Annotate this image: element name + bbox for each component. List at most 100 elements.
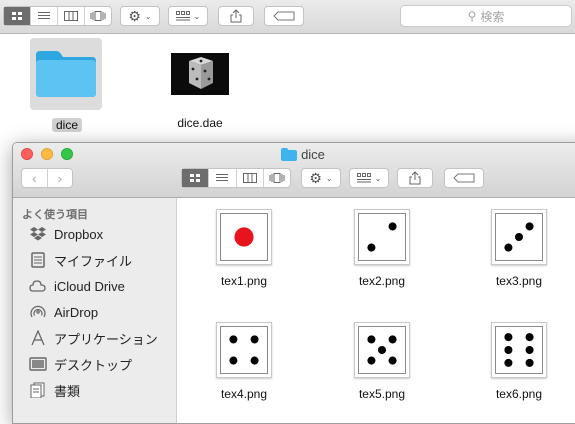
die-pip	[504, 345, 513, 355]
coverflow-view-icon	[269, 173, 285, 183]
sidebar: よく使う項目 Dropbox マイファイル iCloud Drive AirDr…	[13, 198, 177, 423]
gear-icon: ⚙	[309, 169, 322, 186]
file-name: tex5.png	[358, 387, 406, 401]
die-pip	[367, 356, 376, 365]
die-pip	[388, 335, 397, 344]
column-view-button[interactable]	[58, 7, 85, 25]
die-pip	[514, 232, 524, 242]
airdrop-icon	[30, 305, 46, 318]
sidebar-item-label: アプリケーション	[54, 331, 158, 347]
die-face-thumbnail	[495, 326, 543, 374]
die-face-thumbnail	[358, 213, 406, 261]
tag-button[interactable]	[264, 6, 304, 26]
file-item[interactable]: tex5.png	[337, 322, 427, 401]
icon-view-button[interactable]	[4, 7, 31, 25]
finder-window-dice: dice ‹ › ⚙ ⌄ ⌄ よく使う項目 Dropbox マイファイル iCl…	[12, 142, 575, 424]
die-pip	[377, 345, 387, 355]
file-item[interactable]: tex6.png	[474, 322, 564, 401]
folder-selection-highlight	[30, 38, 102, 110]
icon-view-button[interactable]	[182, 169, 210, 187]
column-view-icon	[64, 11, 78, 21]
window-title-text: dice	[301, 147, 325, 162]
chevron-down-icon: ⌄	[193, 11, 201, 21]
coverflow-view-button[interactable]	[85, 7, 111, 25]
die-pip	[229, 356, 238, 365]
gear-icon: ⚙	[128, 7, 141, 24]
search-icon: ⚲	[467, 9, 477, 23]
desktop-icon	[29, 357, 47, 371]
icon-view-icon	[190, 174, 201, 182]
sidebar-item-all-my-files[interactable]: マイファイル	[29, 249, 132, 271]
sidebar-item-dropbox[interactable]: Dropbox	[29, 223, 103, 245]
forward-button[interactable]: ›	[48, 169, 73, 187]
arrange-button[interactable]: ⌄	[349, 168, 389, 188]
file-item[interactable]: tex3.png	[474, 209, 564, 288]
sidebar-item-label: iCloud Drive	[54, 278, 125, 294]
folder-icon	[281, 148, 298, 161]
chevron-left-icon: ‹	[32, 170, 37, 186]
search-field[interactable]: ⚲ 検索	[400, 5, 572, 27]
die-pip	[250, 335, 259, 344]
share-icon	[230, 9, 242, 23]
sidebar-item-airdrop[interactable]: AirDrop	[29, 301, 98, 323]
dropbox-icon	[30, 227, 46, 241]
file-grid: tex1.png tex2.png tex3.png tex4.png tex5…	[177, 198, 575, 423]
die-pip	[525, 222, 534, 231]
applications-icon	[31, 330, 45, 346]
file-item[interactable]: tex4.png	[199, 322, 289, 401]
tag-icon	[273, 11, 295, 21]
back-button[interactable]: ‹	[22, 169, 48, 187]
list-view-button[interactable]	[209, 169, 237, 187]
die-pip	[234, 227, 254, 247]
die-pip	[388, 222, 397, 231]
folder-item-dice[interactable]: dice	[27, 38, 107, 134]
sidebar-item-applications[interactable]: アプリケーション	[29, 327, 158, 349]
action-gear-button[interactable]: ⚙ ⌄	[120, 6, 160, 26]
action-gear-button[interactable]: ⚙ ⌄	[301, 168, 341, 188]
share-icon	[409, 171, 421, 185]
dice-render-thumbnail	[171, 53, 229, 95]
die-pip	[367, 243, 376, 252]
file-name: tex6.png	[495, 387, 543, 401]
tag-icon	[453, 173, 475, 183]
view-mode-selector	[181, 168, 291, 188]
chevron-down-icon: ⌄	[144, 11, 152, 21]
column-view-icon	[242, 173, 257, 183]
arrange-button[interactable]: ⌄	[168, 6, 208, 26]
coverflow-view-button[interactable]	[264, 169, 290, 187]
file-name: tex4.png	[220, 387, 268, 401]
back-window-toolbar: ⚙ ⌄ ⌄ ⚲ 検索	[0, 0, 575, 34]
folder-label: dice	[51, 118, 82, 132]
file-name: tex3.png	[495, 274, 543, 288]
sidebar-section-favorites: よく使う項目	[22, 209, 88, 221]
file-item-dice-dae[interactable]: dice.dae	[160, 38, 240, 130]
die-pip	[504, 358, 513, 367]
list-view-icon	[38, 12, 50, 19]
file-label: dice.dae	[177, 116, 223, 130]
die-pip	[525, 333, 534, 342]
title-toolbar: dice ‹ › ⚙ ⌄ ⌄	[13, 143, 575, 198]
sidebar-item-label: 書類	[54, 383, 81, 399]
all-my-files-icon	[31, 252, 45, 268]
cloud-icon	[29, 280, 46, 292]
chevron-right-icon: ›	[57, 170, 62, 186]
coverflow-view-icon	[90, 11, 106, 21]
documents-icon	[30, 382, 45, 398]
view-mode-selector	[3, 6, 112, 26]
sidebar-item-label: デスクトップ	[54, 357, 133, 373]
die-pip	[250, 356, 259, 365]
list-view-button[interactable]	[31, 7, 58, 25]
sidebar-item-icloud-drive[interactable]: iCloud Drive	[29, 275, 125, 297]
column-view-button[interactable]	[237, 169, 264, 187]
file-name: tex2.png	[358, 274, 406, 288]
die-pip	[229, 335, 238, 344]
sidebar-item-desktop[interactable]: デスクトップ	[29, 353, 132, 375]
share-button[interactable]	[218, 6, 254, 26]
die-pip	[525, 358, 534, 367]
file-item[interactable]: tex1.png	[199, 209, 289, 288]
die-pip	[525, 345, 534, 355]
share-button[interactable]	[397, 168, 433, 188]
file-item[interactable]: tex2.png	[337, 209, 427, 288]
tag-button[interactable]	[444, 168, 484, 188]
sidebar-item-documents[interactable]: 書類	[29, 379, 80, 401]
